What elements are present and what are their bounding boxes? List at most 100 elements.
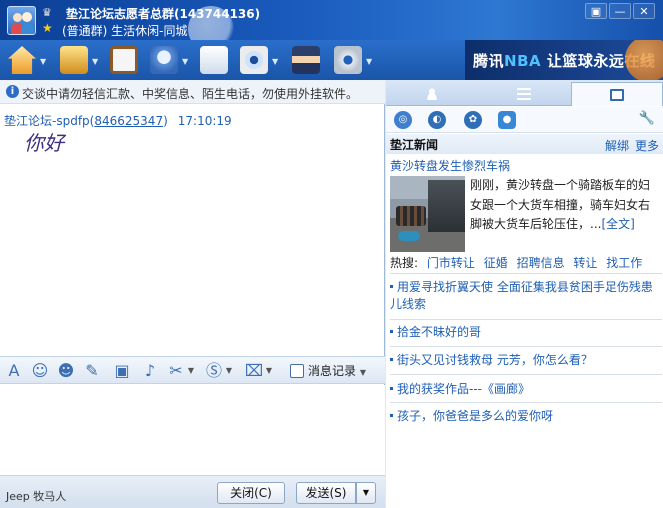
- news-photo[interactable]: [390, 176, 465, 252]
- edit-icon[interactable]: ✎: [82, 361, 102, 381]
- share-folder-button[interactable]: ▼: [56, 43, 100, 77]
- screen-share-icon[interactable]: ⌧: [244, 361, 264, 381]
- ad-brand: NBA: [504, 52, 542, 70]
- divider: [390, 374, 662, 375]
- more-link[interactable]: 更多: [635, 139, 659, 153]
- divider: [390, 319, 662, 320]
- qt-icon[interactable]: ◐: [428, 111, 446, 129]
- bottom-bar: Jeep 牧马人 关闭(C) 发送(S) ▼: [0, 475, 385, 508]
- news-item-text[interactable]: 街头又见讨钱救母 元芳，你怎么看？: [397, 353, 593, 367]
- message-time: 17:10:19: [177, 114, 232, 128]
- message-text: 你好: [24, 131, 64, 155]
- news-item[interactable]: 街头又见讨钱救母 元芳，你怎么看？: [390, 352, 662, 369]
- chevron-down-icon[interactable]: ▼: [40, 57, 46, 66]
- hot-search: 热搜: 门市转让 征婚 招聘信息 转让 找工作: [390, 254, 642, 271]
- voice-button[interactable]: ▼: [146, 43, 190, 77]
- chevron-down-icon[interactable]: ▼: [224, 361, 234, 381]
- send-options-button[interactable]: ▼: [356, 482, 376, 504]
- news-item-text[interactable]: 用爱寻找折翼天使 全面征集我县贫困手足伤残患儿线索: [390, 280, 653, 311]
- brand-ad-link[interactable]: Jeep 牧马人: [6, 488, 66, 504]
- tab-announcement[interactable]: [478, 82, 570, 106]
- unlock-link[interactable]: 解绑: [605, 139, 629, 153]
- group-toolbar: ▼ ▼ ▼ ▼ ▼: [0, 40, 465, 80]
- star-icon: ★: [42, 21, 53, 35]
- hot-keyword[interactable]: 找工作: [606, 256, 642, 270]
- app-button[interactable]: [196, 43, 240, 77]
- basketball-icon: [625, 40, 663, 80]
- hot-keyword[interactable]: 招聘信息: [517, 256, 565, 270]
- gear-icon: [334, 46, 362, 74]
- app-icon: [200, 46, 228, 74]
- news-summary: 刚刚，黄沙转盘一个骑踏板车的妇女跟一个大货车相撞，骑车妇女右脚被大货车后轮压住，…: [470, 176, 660, 235]
- news-item[interactable]: 我的获奖作品---《画廊》: [390, 381, 662, 398]
- album-button[interactable]: [106, 43, 150, 77]
- divider: [390, 402, 662, 403]
- camera-icon: [240, 46, 268, 74]
- info-icon: i: [6, 85, 19, 98]
- crown-icon: ♛: [42, 6, 52, 19]
- window-controls: ▣ — ✕: [585, 3, 655, 19]
- chevron-down-icon[interactable]: ▼: [182, 57, 188, 66]
- news-item-text[interactable]: 我的获奖作品---《画廊》: [397, 382, 530, 396]
- members-icon: [425, 88, 439, 100]
- chevron-down-icon[interactable]: ▼: [366, 57, 372, 66]
- settings-button[interactable]: ▼: [330, 43, 374, 77]
- chevron-down-icon[interactable]: ▼: [186, 361, 196, 381]
- music-icon[interactable]: ♪: [140, 361, 160, 381]
- message-qq-link[interactable]: 846625347: [94, 114, 163, 128]
- money-icon[interactable]: Ⓢ: [204, 361, 224, 381]
- group-avatar[interactable]: [7, 6, 36, 35]
- hot-keyword[interactable]: 征婚: [484, 256, 508, 270]
- chevron-down-icon[interactable]: ▼: [272, 57, 278, 66]
- close-window-button[interactable]: ✕: [633, 3, 655, 19]
- hot-keyword[interactable]: 门市转让: [427, 256, 475, 270]
- home-icon: [8, 46, 36, 74]
- image-icon[interactable]: ▣: [112, 361, 132, 381]
- chevron-down-icon[interactable]: ▼: [264, 361, 274, 381]
- send-button[interactable]: 发送(S): [296, 482, 356, 504]
- news-item[interactable]: 拾金不昧好的哥: [390, 324, 662, 341]
- tab-members[interactable]: [386, 82, 478, 106]
- news-item-text[interactable]: 孩子，你爸爸是多么的爱你呀: [397, 409, 553, 423]
- full-text-link[interactable]: [全文]: [601, 217, 634, 231]
- news-icon[interactable]: ●: [498, 111, 516, 129]
- divider: [390, 273, 662, 274]
- window-icon: [610, 89, 624, 101]
- police-button[interactable]: [288, 43, 332, 77]
- side-panel: ◎ ◐ ✿ ● 🔧 垫江新闻 解绑 更多 黄沙转盘发生惨烈车祸 刚刚，黄沙转盘一个…: [386, 80, 663, 508]
- message-input[interactable]: [0, 385, 385, 475]
- magic-emoji-icon[interactable]: ☻: [56, 361, 76, 381]
- list-icon: [517, 88, 531, 100]
- chevron-down-icon[interactable]: ▼: [92, 57, 98, 66]
- ad-banner[interactable]: 腾讯NBA 让篮球永远在线: [465, 40, 663, 80]
- hot-search-label: 热搜:: [390, 256, 419, 270]
- notice-text: 交谈中请勿轻信汇款、中奖信息、陌生电话，勿使用外挂软件。: [22, 87, 359, 101]
- history-button[interactable]: 消息记录 ▼: [290, 361, 366, 381]
- video-button[interactable]: ▼: [236, 43, 280, 77]
- qzone-icon[interactable]: ◎: [394, 111, 412, 129]
- scissors-icon[interactable]: ✂: [166, 361, 186, 381]
- chevron-down-icon[interactable]: ▼: [360, 368, 366, 377]
- news-item-text[interactable]: 拾金不昧好的哥: [397, 325, 481, 339]
- emoji-icon[interactable]: ☺: [30, 361, 50, 381]
- close-button[interactable]: 关闭(C): [217, 482, 285, 504]
- format-toolbar: A ☺ ☻ ✎ ▣ ♪ ✂ ▼ Ⓢ ▼ ⌧ ▼ 消息记录 ▼: [0, 356, 385, 384]
- tab-apps[interactable]: [571, 82, 663, 106]
- flower-icon[interactable]: ✿: [464, 111, 482, 129]
- font-icon[interactable]: A: [4, 361, 24, 381]
- news-item[interactable]: 孩子，你爸爸是多么的爱你呀: [390, 408, 662, 425]
- news-headline[interactable]: 黄沙转盘发生惨烈车祸: [390, 157, 510, 174]
- folder-icon: [60, 46, 88, 74]
- restore-button[interactable]: ▣: [585, 3, 607, 19]
- hot-keyword[interactable]: 转让: [573, 256, 597, 270]
- history-label: 消息记录: [308, 364, 357, 378]
- wrench-icon[interactable]: 🔧: [639, 111, 655, 126]
- notice-bar: i 交谈中请勿轻信汇款、中奖信息、陌生电话，勿使用外挂软件。: [0, 80, 385, 104]
- side-tabs: [386, 80, 663, 106]
- news-title: 垫江新闻: [390, 138, 439, 152]
- home-button[interactable]: ▼: [4, 43, 48, 77]
- side-subtabs: ◎ ◐ ✿ ● 🔧: [386, 107, 663, 133]
- message-sender[interactable]: 垫江论坛-spdfp: [4, 114, 90, 128]
- minimize-button[interactable]: —: [609, 3, 631, 19]
- news-item[interactable]: 用爱寻找折翼天使 全面征集我县贫困手足伤残患儿线索: [390, 279, 662, 313]
